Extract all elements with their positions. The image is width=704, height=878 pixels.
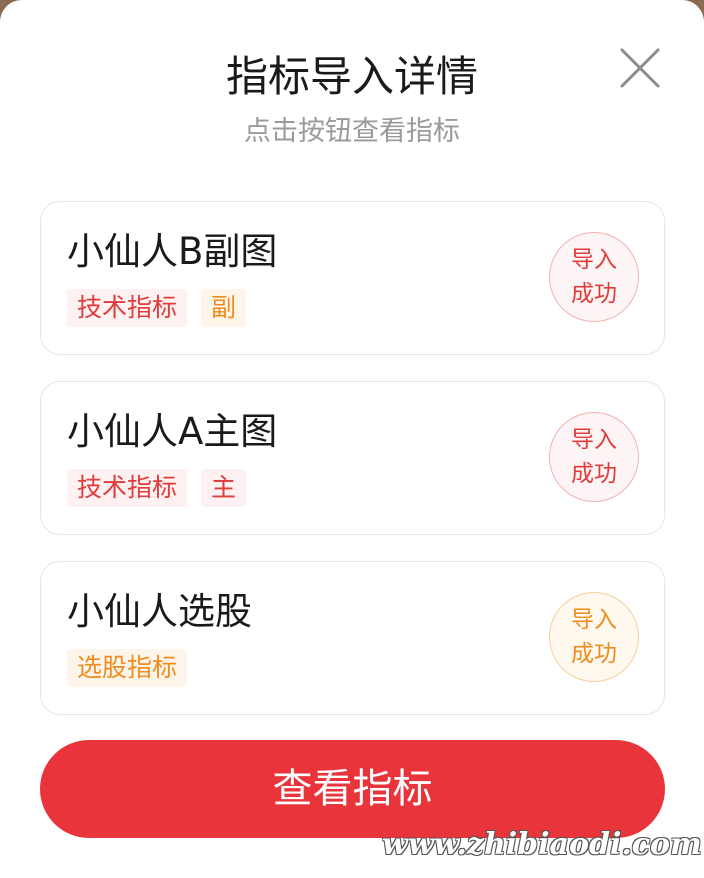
stamp-line-2: 成功: [571, 461, 617, 487]
import-success-stamp: 导入 成功: [549, 412, 639, 502]
close-icon[interactable]: [616, 44, 664, 92]
indicator-card[interactable]: 小仙人选股 选股指标 导入 成功: [40, 561, 665, 715]
stamp-line-1: 导入: [571, 427, 617, 453]
indicator-card[interactable]: 小仙人B副图 技术指标 副 导入 成功: [40, 201, 665, 355]
watermark: www.zhibiaodi.com: [382, 827, 702, 862]
tag-stock-selection-indicator: 选股指标: [67, 649, 188, 687]
dialog-title: 指标导入详情: [225, 52, 478, 101]
stamp-line-2: 成功: [571, 281, 617, 307]
tag-technical-indicator: 技术指标: [67, 469, 188, 507]
tag-technical-indicator: 技术指标: [67, 289, 188, 327]
stamp-line-2: 成功: [571, 641, 617, 667]
dialog-subtitle: 点击按钮查看指标: [244, 116, 460, 147]
indicator-card[interactable]: 小仙人A主图 技术指标 主 导入 成功: [40, 381, 665, 535]
indicator-name: 小仙人B副图: [67, 230, 278, 273]
import-success-stamp: 导入 成功: [549, 592, 639, 682]
tag-main-chart: 主: [201, 469, 247, 507]
indicator-name: 小仙人选股: [67, 590, 252, 633]
stamp-line-1: 导入: [571, 247, 617, 273]
indicator-tags: 技术指标 主: [67, 469, 247, 507]
stamp-line-1: 导入: [571, 607, 617, 633]
indicator-name: 小仙人A主图: [67, 410, 278, 453]
indicator-tags: 选股指标: [67, 649, 188, 687]
import-success-stamp: 导入 成功: [549, 232, 639, 322]
import-details-dialog: 指标导入详情 点击按钮查看指标 小仙人B副图 技术指标 副 导入 成功 小仙人A…: [0, 0, 704, 878]
tag-sub-chart: 副: [201, 289, 247, 327]
indicator-tags: 技术指标 副: [67, 289, 247, 327]
